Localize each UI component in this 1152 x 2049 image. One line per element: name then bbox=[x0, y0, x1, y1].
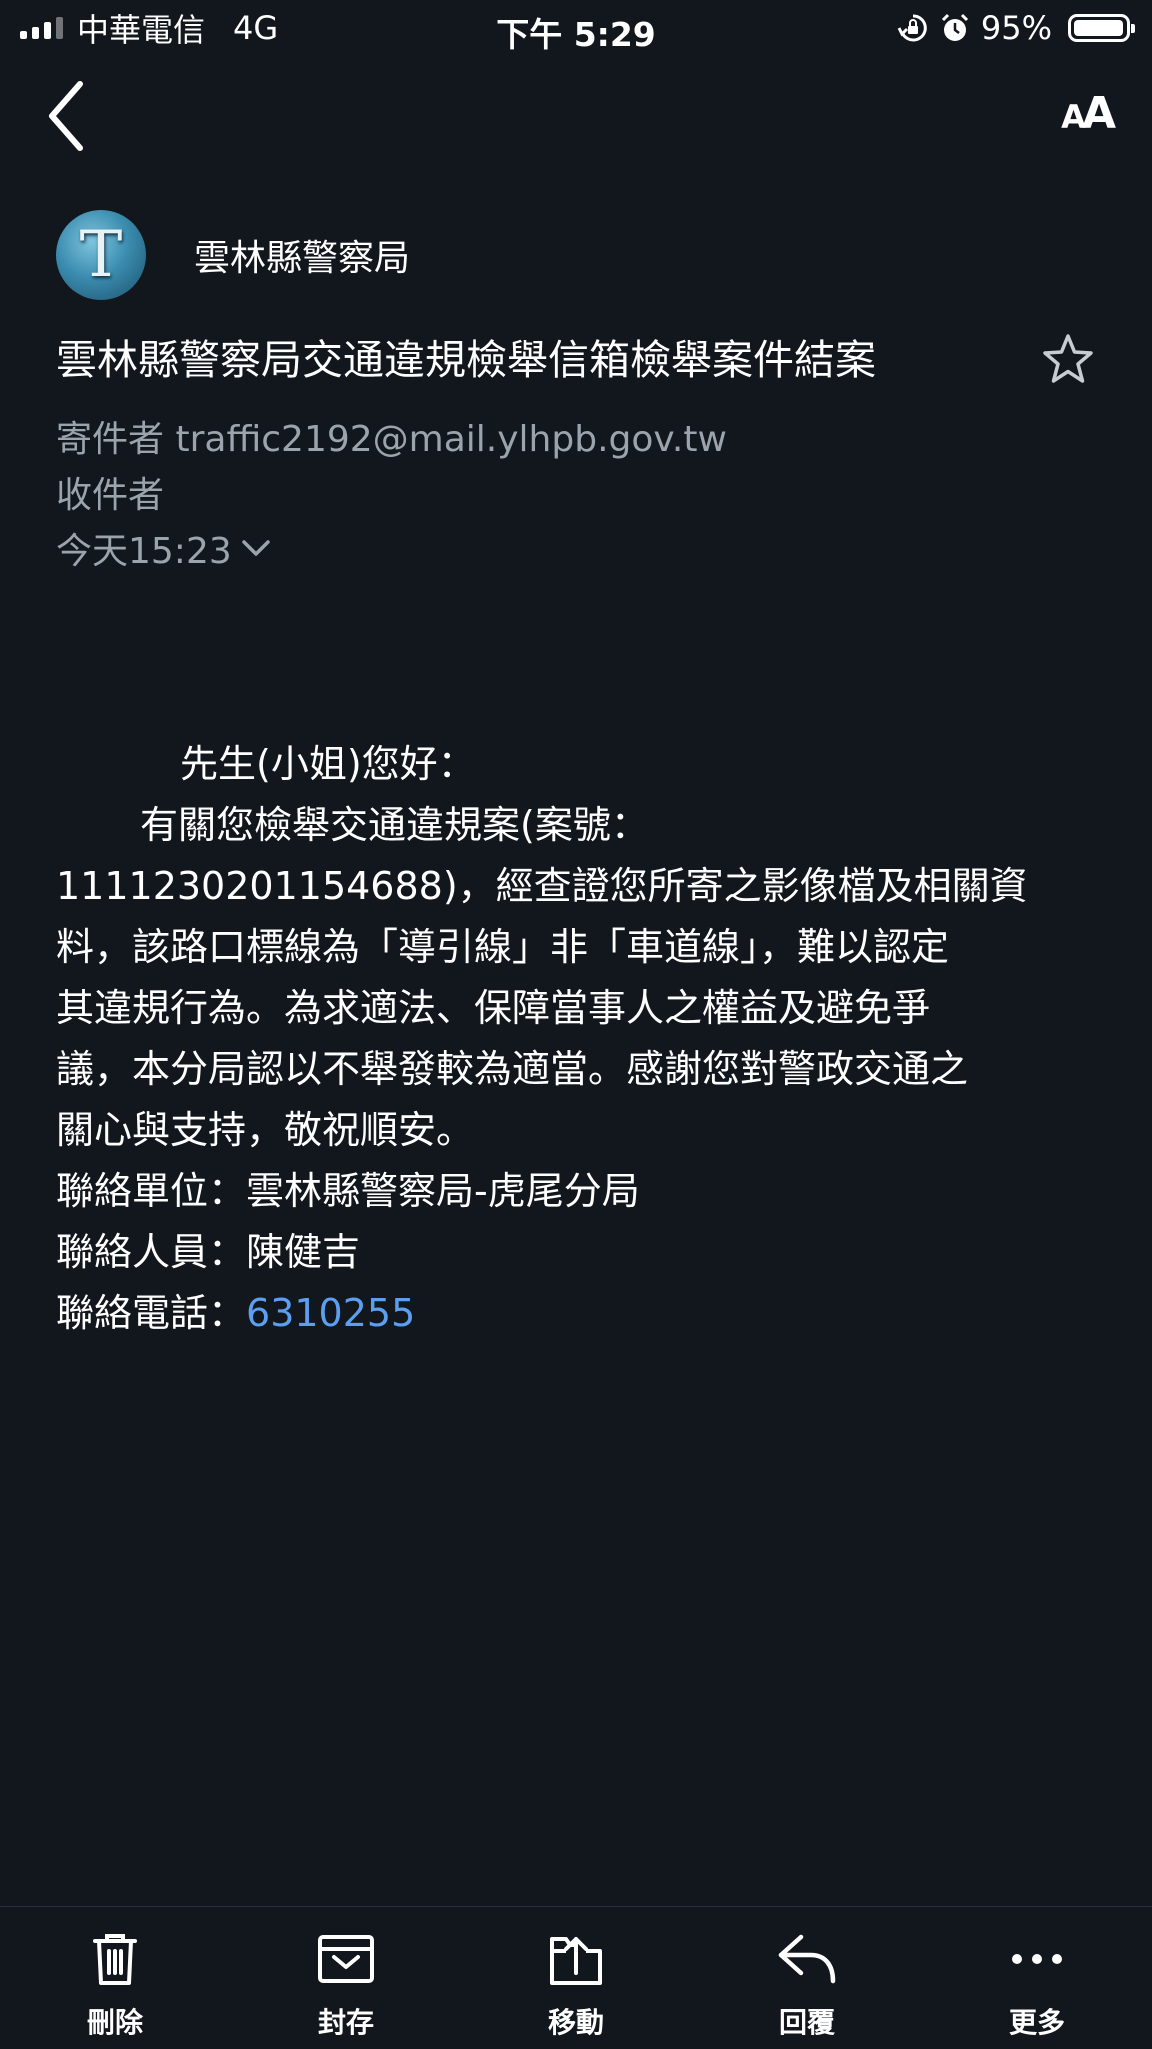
move-folder-icon bbox=[550, 1937, 602, 1985]
delete-button[interactable]: 刪除 bbox=[50, 1927, 180, 2041]
reply-label: 回覆 bbox=[778, 2006, 835, 2039]
avatar: T bbox=[56, 210, 146, 300]
nav-bar: AA bbox=[0, 70, 1152, 160]
status-right: 95% bbox=[897, 8, 1135, 48]
phone-link[interactable]: 6310255 bbox=[246, 1291, 415, 1335]
bottom-toolbar: 刪除 封存 移動 回覆 更多 bbox=[0, 1906, 1152, 2049]
from-label: 寄件者 bbox=[56, 419, 165, 460]
sender-row: T 雲林縣警察局 bbox=[56, 210, 410, 300]
text-size-icon[interactable]: AA bbox=[1061, 88, 1116, 139]
body-line: 議，本分局認以不舉發較為適當。感謝您對警政交通之 bbox=[56, 1047, 969, 1091]
chevron-left-icon[interactable] bbox=[42, 76, 92, 156]
email-subject: 雲林縣警察局交通違規檢舉信箱檢舉案件結案 bbox=[56, 336, 876, 384]
move-button[interactable]: 移動 bbox=[511, 1927, 641, 2041]
body-line: 其違規行為。為求適法、保障當事人之權益及避免爭 bbox=[56, 986, 931, 1030]
more-button[interactable]: 更多 bbox=[972, 1927, 1102, 2041]
contact-person: 聯絡人員：陳健吉 bbox=[56, 1230, 361, 1274]
body-line: 1111230201154688)，經查證您所寄之影像檔及相關資 bbox=[56, 864, 1028, 908]
delete-label: 刪除 bbox=[86, 2006, 143, 2039]
battery-percent: 95% bbox=[980, 9, 1052, 47]
rotation-lock-icon bbox=[897, 14, 927, 42]
sender-name: 雲林縣警察局 bbox=[194, 238, 411, 279]
status-bar: 中華電信 4G 下午 5:29 95% bbox=[0, 0, 1152, 58]
more-icon bbox=[1012, 1954, 1062, 1964]
chevron-down-icon[interactable] bbox=[240, 536, 272, 560]
body-line: 關心與支持，敬祝順安。 bbox=[56, 1108, 475, 1152]
battery-icon bbox=[1068, 14, 1135, 42]
contact-phone-line: 聯絡電話：6310255 bbox=[56, 1283, 1096, 1344]
body-line: 有關您檢舉交通違規案(案號： bbox=[140, 803, 649, 847]
from-line: 寄件者 traffic2192@mail.ylhpb.gov.tw bbox=[56, 410, 727, 462]
move-label: 移動 bbox=[547, 2006, 604, 2039]
archive-button[interactable]: 封存 bbox=[281, 1927, 411, 2041]
date-line[interactable]: 今天15:23 bbox=[56, 522, 272, 574]
more-label: 更多 bbox=[1008, 2006, 1065, 2039]
email-date: 今天15:23 bbox=[56, 531, 232, 572]
contact-unit: 聯絡單位：雲林縣警察局-虎尾分局 bbox=[56, 1169, 640, 1213]
star-icon[interactable] bbox=[1040, 332, 1096, 388]
archive-icon bbox=[318, 1935, 374, 1983]
from-address[interactable]: traffic2192@mail.ylhpb.gov.tw bbox=[175, 419, 726, 460]
trash-icon bbox=[93, 1934, 137, 1985]
alarm-icon bbox=[941, 13, 968, 41]
contact-phone-label: 聯絡電話： bbox=[56, 1291, 247, 1335]
email-body: 先生(小姐)您好： 有關您檢舉交通違規案(案號： 111123020115468… bbox=[56, 734, 1096, 1344]
to-line: 收件者 bbox=[56, 466, 164, 518]
body-greeting: 先生(小姐)您好： bbox=[180, 742, 476, 786]
archive-label: 封存 bbox=[317, 2006, 374, 2039]
reply-icon bbox=[778, 1934, 836, 1984]
reply-button[interactable]: 回覆 bbox=[742, 1927, 872, 2041]
to-label: 收件者 bbox=[56, 475, 165, 516]
body-line: 料，該路口標線為「導引線」非「車道線」，難以認定 bbox=[56, 925, 950, 969]
